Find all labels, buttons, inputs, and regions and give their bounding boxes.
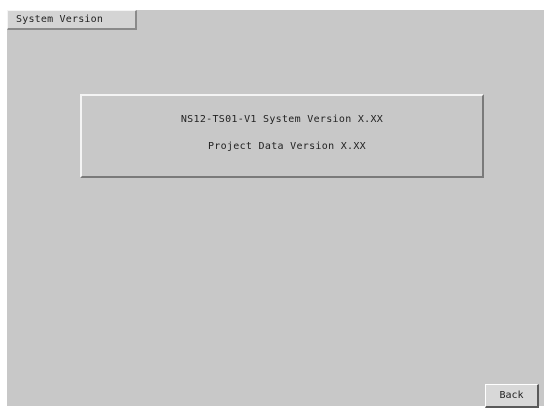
back-button[interactable]: Back bbox=[485, 384, 539, 408]
system-version-text: NS12-TS01-V1 System Version X.XX bbox=[180, 114, 384, 125]
project-version-text: Project Data Version X.XX bbox=[207, 141, 366, 152]
screen-title-tab: System Version bbox=[7, 10, 137, 30]
hmi-screen: System Version NS12-TS01-V1 System Versi… bbox=[7, 10, 544, 408]
screen-title: System Version bbox=[16, 14, 104, 25]
version-info-panel: NS12-TS01-V1 System Version X.XX Project… bbox=[80, 94, 484, 178]
